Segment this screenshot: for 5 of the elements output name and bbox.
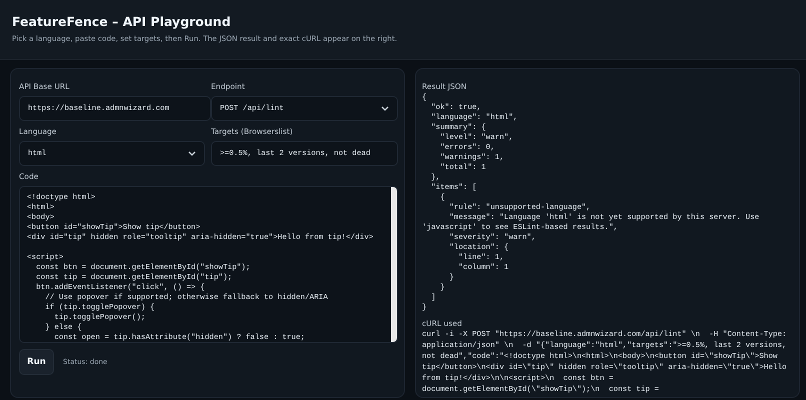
scrollbar[interactable] [391,187,397,342]
chevron-down-icon [381,106,389,111]
chevron-down-icon [188,151,196,156]
page-title: FeatureFence – API Playground [12,14,232,29]
run-button[interactable]: Run [19,349,54,375]
